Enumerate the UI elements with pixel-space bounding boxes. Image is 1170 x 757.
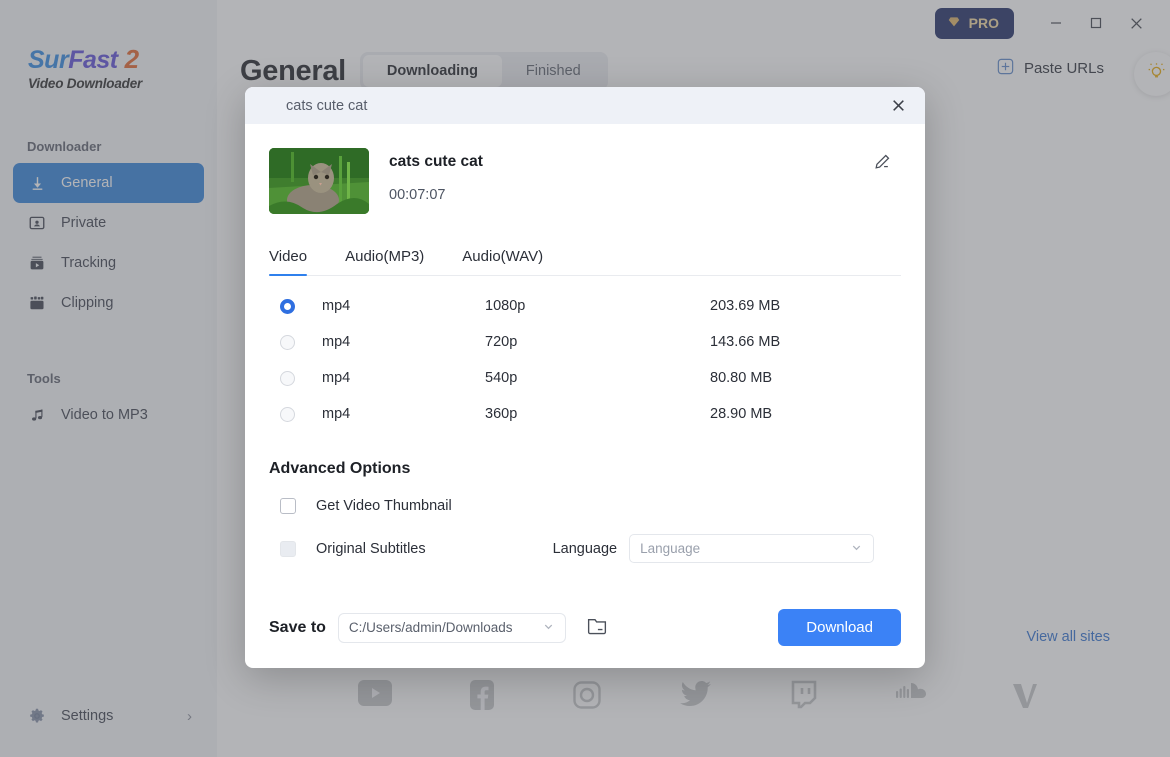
download-button[interactable]: Download bbox=[778, 609, 901, 646]
format-radio[interactable] bbox=[280, 298, 295, 314]
get-video-thumbnail-label: Get Video Thumbnail bbox=[316, 498, 452, 514]
language-select[interactable]: Language bbox=[629, 534, 875, 563]
format-cell: mp4 bbox=[322, 370, 351, 386]
chevron-down-icon bbox=[850, 541, 863, 557]
save-path-select[interactable]: C:/Users/admin/Downloads bbox=[337, 612, 566, 643]
format-radio[interactable] bbox=[280, 334, 295, 350]
advanced-options-title: Advanced Options bbox=[269, 460, 411, 477]
resolution-cell: 540p bbox=[485, 370, 518, 386]
video-duration: 00:07:07 bbox=[389, 187, 446, 203]
size-cell: 203.69 MB bbox=[710, 298, 781, 314]
format-radio[interactable] bbox=[280, 406, 295, 422]
table-row[interactable]: mp4 360p 28.90 MB bbox=[269, 396, 901, 432]
format-cell: mp4 bbox=[322, 334, 351, 350]
folder-icon bbox=[586, 615, 608, 640]
dialog-footer: Save to C:/Users/admin/Downloads Downloa… bbox=[269, 609, 901, 646]
browse-folder-button[interactable] bbox=[586, 615, 608, 640]
save-path-value: C:/Users/admin/Downloads bbox=[348, 620, 513, 635]
get-video-thumbnail-checkbox[interactable] bbox=[280, 498, 296, 514]
language-select-value: Language bbox=[640, 541, 701, 556]
table-row[interactable]: mp4 540p 80.80 MB bbox=[269, 360, 901, 396]
format-cell: mp4 bbox=[322, 406, 351, 422]
table-row[interactable]: mp4 1080p 203.69 MB bbox=[269, 288, 901, 324]
format-list: mp4 1080p 203.69 MB mp4 720p 143.66 MB m… bbox=[269, 288, 901, 432]
close-icon[interactable] bbox=[883, 87, 913, 124]
video-thumbnail bbox=[269, 148, 369, 214]
tab-video[interactable]: Video bbox=[269, 248, 308, 276]
resolution-cell: 720p bbox=[485, 334, 518, 350]
app-window: SurFast 2 Video Downloader Downloader Gen… bbox=[0, 0, 1170, 757]
dialog-body: cats cute cat 00:07:07 Video Audio(MP3) … bbox=[245, 124, 925, 646]
video-meta: cats cute cat 00:07:07 bbox=[389, 148, 483, 203]
format-radio[interactable] bbox=[280, 370, 295, 386]
tab-audio-wav[interactable]: Audio(WAV) bbox=[462, 248, 543, 275]
resolution-cell: 1080p bbox=[485, 298, 526, 314]
subtitles-option-row: Original Subtitles Language Language bbox=[269, 534, 901, 563]
resolution-cell: 360p bbox=[485, 406, 518, 422]
download-dialog: cats cute cat cats cute cat 00:07:07 Vid… bbox=[245, 87, 925, 668]
video-title: cats cute cat bbox=[389, 153, 483, 170]
save-to-label: Save to bbox=[269, 618, 326, 636]
language-label: Language bbox=[552, 540, 618, 557]
format-tabs: Video Audio(MP3) Audio(WAV) bbox=[269, 248, 901, 276]
video-info-row: cats cute cat 00:07:07 bbox=[269, 148, 901, 214]
thumbnail-option-row: Get Video Thumbnail bbox=[269, 498, 901, 514]
dialog-title: cats cute cat bbox=[286, 97, 368, 114]
size-cell: 28.90 MB bbox=[710, 406, 773, 422]
format-cell: mp4 bbox=[322, 298, 351, 314]
table-row[interactable]: mp4 720p 143.66 MB bbox=[269, 324, 901, 360]
size-cell: 143.66 MB bbox=[710, 334, 781, 350]
chevron-down-icon bbox=[542, 620, 555, 636]
tab-audio-mp3[interactable]: Audio(MP3) bbox=[345, 248, 424, 275]
dialog-titlebar: cats cute cat bbox=[245, 87, 925, 124]
size-cell: 80.80 MB bbox=[710, 370, 773, 386]
original-subtitles-label: Original Subtitles bbox=[316, 540, 426, 557]
edit-pencil-icon[interactable] bbox=[869, 149, 895, 175]
original-subtitles-checkbox[interactable] bbox=[280, 540, 296, 557]
